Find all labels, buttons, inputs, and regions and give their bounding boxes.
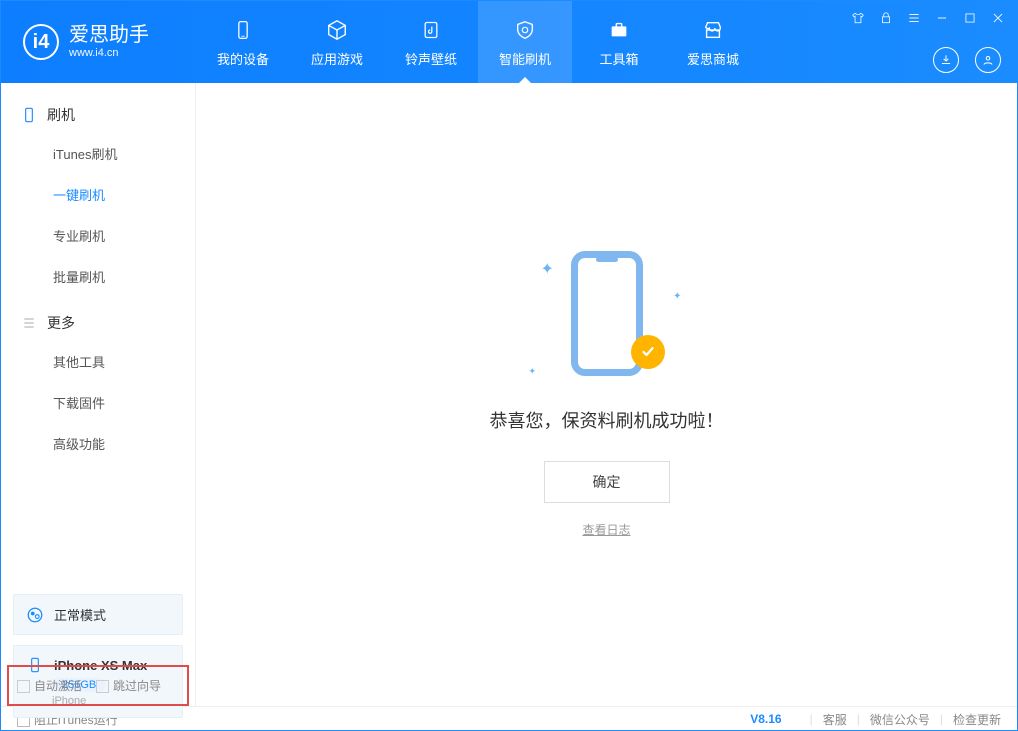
support-link[interactable]: 客服 bbox=[823, 711, 847, 728]
sidebar-item-advanced[interactable]: 高级功能 bbox=[1, 423, 195, 464]
toolbox-icon bbox=[606, 17, 632, 43]
tab-flash[interactable]: 智能刷机 bbox=[478, 1, 572, 83]
app-logo: i4 爱思助手 www.i4.cn bbox=[1, 1, 196, 83]
list-icon bbox=[21, 315, 37, 331]
checkbox-auto-activate[interactable]: 自动激活 bbox=[17, 677, 82, 694]
download-icon[interactable] bbox=[933, 47, 959, 73]
tab-ringtones[interactable]: 铃声壁纸 bbox=[384, 1, 478, 83]
ok-button[interactable]: 确定 bbox=[544, 461, 670, 503]
header-right-icons bbox=[933, 47, 1001, 73]
sidebar-section-more: 更多 bbox=[1, 305, 195, 341]
check-update-link[interactable]: 检查更新 bbox=[953, 711, 1001, 728]
sidebar-item-download-firmware[interactable]: 下载固件 bbox=[1, 382, 195, 423]
sparkle-icon: ✦ bbox=[541, 259, 554, 279]
flash-options: 自动激活 跳过向导 bbox=[7, 665, 189, 706]
close-button[interactable] bbox=[991, 11, 1005, 25]
mode-icon bbox=[26, 606, 44, 624]
user-icon[interactable] bbox=[975, 47, 1001, 73]
window-controls bbox=[851, 11, 1005, 25]
view-log-link[interactable]: 查看日志 bbox=[582, 521, 630, 538]
maximize-button[interactable] bbox=[963, 11, 977, 25]
sidebar-item-batch-flash[interactable]: 批量刷机 bbox=[1, 256, 195, 297]
tab-toolbox[interactable]: 工具箱 bbox=[572, 1, 666, 83]
sparkle-icon: ✦ bbox=[529, 366, 537, 377]
sidebar-item-pro-flash[interactable]: 专业刷机 bbox=[1, 215, 195, 256]
check-badge-icon bbox=[631, 335, 665, 369]
cube-icon bbox=[324, 17, 350, 43]
tab-apps[interactable]: 应用游戏 bbox=[290, 1, 384, 83]
checkbox-skip-guide[interactable]: 跳过向导 bbox=[96, 677, 161, 694]
main-content: ✦ ✦ ✦ 恭喜您，保资料刷机成功啦！ 确定 查看日志 bbox=[196, 83, 1017, 706]
minimize-button[interactable] bbox=[935, 11, 949, 25]
tab-store[interactable]: 爱思商城 bbox=[666, 1, 760, 83]
store-icon bbox=[700, 17, 726, 43]
phone-icon bbox=[230, 17, 256, 43]
app-domain: www.i4.cn bbox=[69, 48, 149, 59]
shield-refresh-icon bbox=[512, 17, 538, 43]
device-mode[interactable]: 正常模式 bbox=[13, 594, 183, 635]
wechat-link[interactable]: 微信公众号 bbox=[870, 711, 930, 728]
menu-icon[interactable] bbox=[907, 11, 921, 25]
sidebar: 刷机 iTunes刷机 一键刷机 专业刷机 批量刷机 更多 其他工具 下载固件 … bbox=[1, 83, 196, 706]
phone-outline-icon bbox=[21, 107, 37, 123]
logo-icon: i4 bbox=[23, 24, 59, 60]
sidebar-item-itunes-flash[interactable]: iTunes刷机 bbox=[1, 133, 195, 174]
sidebar-item-other-tools[interactable]: 其他工具 bbox=[1, 341, 195, 382]
sparkle-icon: ✦ bbox=[673, 291, 681, 302]
music-file-icon bbox=[418, 17, 444, 43]
sidebar-item-oneclick-flash[interactable]: 一键刷机 bbox=[1, 174, 195, 215]
success-message: 恭喜您，保资料刷机成功啦！ bbox=[490, 407, 724, 433]
tab-my-device[interactable]: 我的设备 bbox=[196, 1, 290, 83]
header-tabs: 我的设备 应用游戏 铃声壁纸 智能刷机 工具箱 爱思商城 bbox=[196, 1, 760, 83]
title-bar: i4 爱思助手 www.i4.cn 我的设备 应用游戏 铃声壁纸 智能刷机 工具… bbox=[1, 1, 1017, 83]
lock-icon[interactable] bbox=[879, 11, 893, 25]
success-illustration: ✦ ✦ ✦ bbox=[547, 251, 667, 381]
version-label: V8.16 bbox=[750, 712, 781, 726]
tshirt-icon[interactable] bbox=[851, 11, 865, 25]
app-name: 爱思助手 bbox=[69, 25, 149, 45]
sidebar-section-flash: 刷机 bbox=[1, 97, 195, 133]
